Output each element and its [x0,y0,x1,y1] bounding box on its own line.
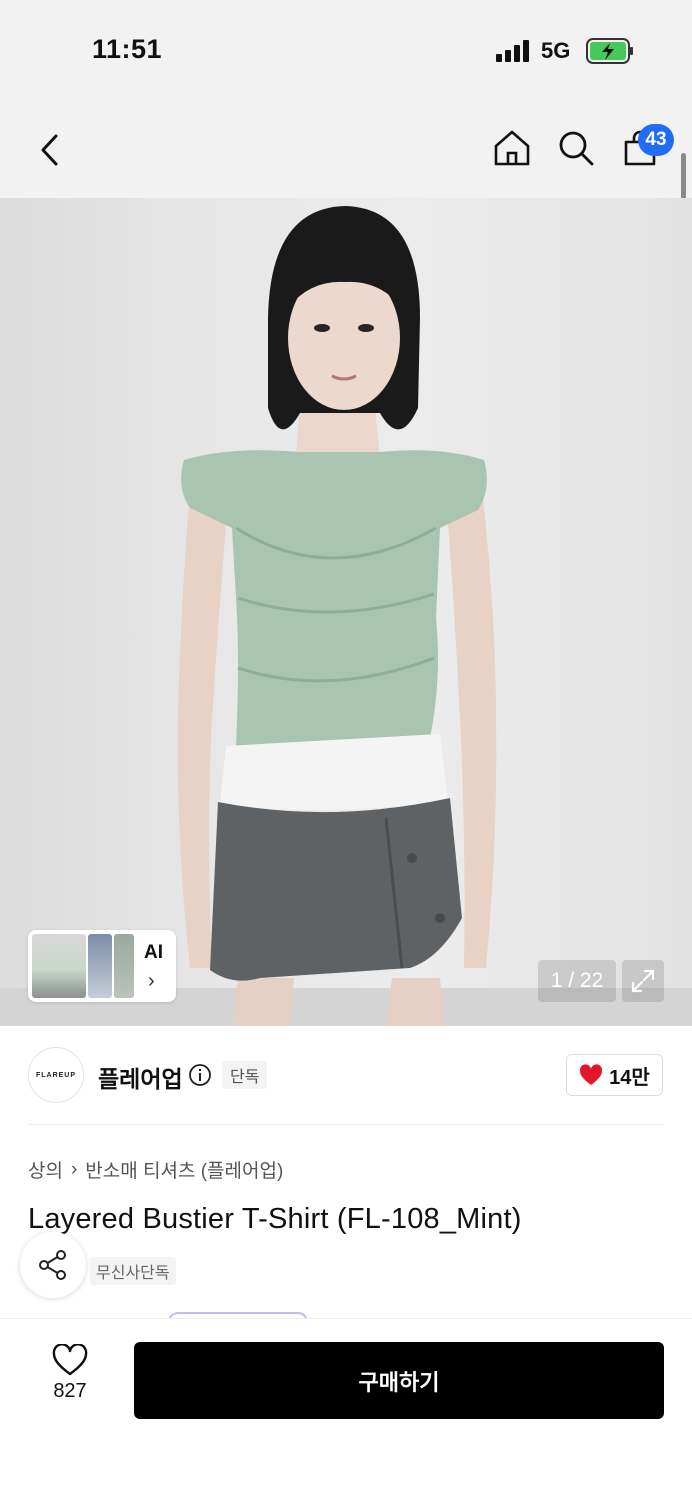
heart-icon [52,1344,88,1376]
info-icon[interactable] [188,1063,212,1087]
status-time: 11:51 [92,34,163,64]
chevron-right-icon: › [70,1158,78,1180]
divider [28,1124,664,1125]
ai-label: AI [144,942,163,963]
expand-icon [631,969,655,993]
brand-logo-text: FLAREUP [35,1071,77,1079]
buy-button[interactable]: 구매하기 [134,1342,664,1419]
musinsa-exclusive-badge: 무신사단독 [90,1257,176,1285]
wishlist-button[interactable]: 827 [40,1344,100,1416]
brand-like-button[interactable]: 14만 [566,1054,663,1096]
expand-button[interactable] [622,960,664,1002]
thumbnail-1 [32,934,86,998]
top-area: 11:51 5G 43 [0,0,692,198]
thumbnail-3 [114,934,134,998]
search-button[interactable] [554,126,598,170]
share-button[interactable] [20,1232,86,1298]
home-button[interactable] [490,126,534,170]
ai-similar-thumbnails[interactable]: AI › [28,930,176,1002]
thumbnail-2 [88,934,112,998]
heart-icon [580,1064,603,1085]
brand-name[interactable]: 플레어업 [98,1060,183,1094]
back-icon [41,134,58,166]
wishlist-count: 827 [53,1380,87,1402]
image-counter: 1 / 22 [538,960,616,1002]
breadcrumb-subcategory[interactable]: 반소매 티셔츠 (플레어업) [85,1156,283,1183]
home-icon [494,130,530,166]
model-illustration [0,206,692,1026]
share-icon [39,1250,66,1280]
cart-count-badge: 43 [638,124,674,156]
breadcrumb: 상의 › 반소매 티셔츠 (플레어업) [28,1156,283,1183]
brand-logo[interactable]: FLAREUP [28,1047,84,1103]
search-icon [559,131,594,166]
signal-icon [496,40,529,62]
back-button[interactable] [28,128,72,172]
brand-like-count: 14만 [609,1066,650,1089]
breadcrumb-category[interactable]: 상의 [28,1156,63,1183]
network-label: 5G [541,38,571,63]
battery-icon [586,38,633,64]
product-title: Layered Bustier T-Shirt (FL-108_Mint) [28,1203,522,1235]
exclusive-badge: 단독 [222,1061,268,1089]
product-image[interactable] [0,198,692,1026]
chevron-right-icon: › [148,970,155,992]
